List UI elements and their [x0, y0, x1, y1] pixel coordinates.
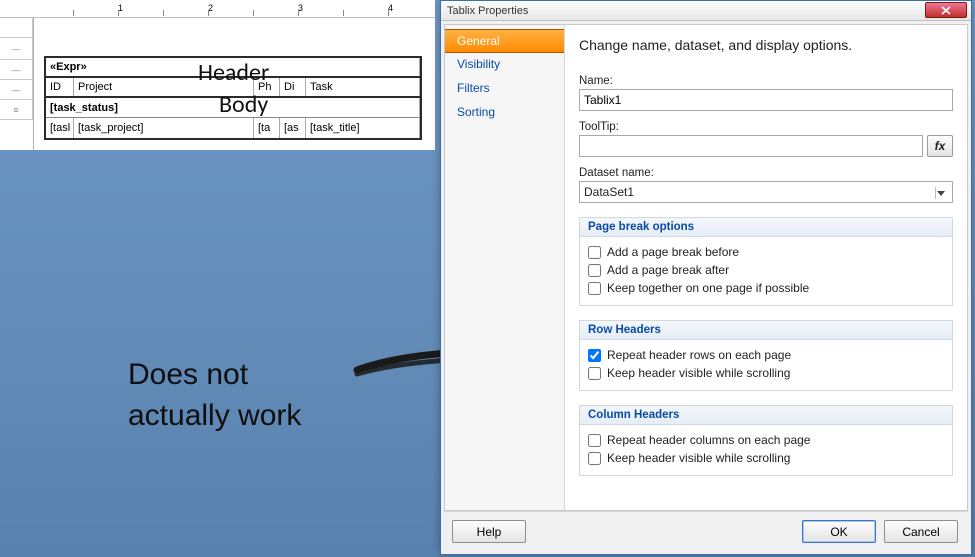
close-button[interactable] [925, 2, 967, 18]
tooltip-label: ToolTip: [579, 121, 953, 133]
sidebar-item-filters[interactable]: Filters [445, 77, 564, 101]
intro-text: Change name, dataset, and display option… [579, 37, 953, 53]
dialog-title: Tablix Properties [447, 5, 528, 17]
horizontal-ruler: 1 2 3 4 [0, 0, 435, 18]
group-column-headers: Column Headers Repeat header columns on … [579, 405, 953, 476]
tablix-properties-dialog: Tablix Properties General Visibility Fil… [440, 0, 972, 555]
name-input[interactable] [579, 89, 953, 111]
body-row[interactable]: [tasl [task_project] [ta [as [task_title… [46, 118, 420, 138]
check-page-break-before[interactable]: Add a page break before [588, 243, 944, 261]
group-page-break: Page break options Add a page break befo… [579, 217, 953, 306]
check-repeat-header-rows[interactable]: Repeat header rows on each page [588, 346, 944, 364]
dataset-label: Dataset name: [579, 167, 953, 179]
name-label: Name: [579, 75, 953, 87]
ok-button[interactable]: OK [802, 520, 876, 543]
check-repeat-header-columns[interactable]: Repeat header columns on each page [588, 431, 944, 449]
close-icon [941, 6, 951, 15]
row-gutter: — ——≡ [0, 18, 34, 150]
annotation-body: Body [219, 90, 268, 119]
dialog-main: Change name, dataset, and display option… [565, 25, 967, 510]
sidebar-item-general[interactable]: General [445, 29, 564, 53]
sidebar-item-visibility[interactable]: Visibility [445, 53, 564, 77]
check-page-break-after[interactable]: Add a page break after [588, 261, 944, 279]
sidebar-item-sorting[interactable]: Sorting [445, 101, 564, 125]
group-row-headers: Row Headers Repeat header rows on each p… [579, 320, 953, 391]
dialog-button-bar: Help OK Cancel [444, 511, 968, 551]
check-keep-header-visible-scroll-cols[interactable]: Keep header visible while scrolling [588, 449, 944, 467]
dialog-titlebar[interactable]: Tablix Properties [441, 1, 971, 21]
help-button[interactable]: Help [452, 520, 526, 543]
annotation-does-not-work: Does not actually work [128, 355, 301, 436]
annotation-header: Header [198, 58, 269, 87]
chevron-down-icon [937, 191, 945, 196]
fx-button[interactable]: fx [927, 135, 953, 157]
dialog-sidebar: General Visibility Filters Sorting [445, 25, 565, 510]
check-keep-header-visible-scroll-rows[interactable]: Keep header visible while scrolling [588, 364, 944, 382]
cancel-button[interactable]: Cancel [884, 520, 958, 543]
check-keep-together[interactable]: Keep together on one page if possible [588, 279, 944, 297]
tooltip-input[interactable] [579, 135, 923, 157]
dataset-combo[interactable]: DataSet1 [579, 181, 953, 203]
